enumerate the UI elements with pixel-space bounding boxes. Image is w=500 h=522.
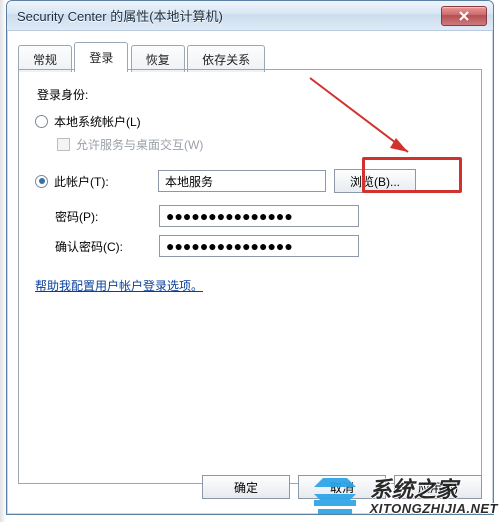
password-label: 密码(P): <box>55 208 159 225</box>
radio-this-account[interactable] <box>35 175 48 188</box>
close-icon <box>459 11 469 21</box>
logon-tabpage: 登录身份: 本地系统帐户(L) 允许服务与桌面交互(W) 此帐户(T): 本地服… <box>18 70 482 484</box>
titlebar[interactable]: Security Center 的属性(本地计算机) <box>7 1 493 31</box>
button-bar: 确定 取消 应用(A) <box>18 475 482 507</box>
checkbox-allow-desktop-label: 允许服务与桌面交互(W) <box>76 136 203 153</box>
password-mask: ●●●●●●●●●●●●●●● <box>166 208 293 224</box>
properties-window: Security Center 的属性(本地计算机) 常规 登录 恢复 依存关系… <box>6 0 494 515</box>
checkbox-allow-desktop <box>57 138 70 151</box>
help-link[interactable]: 帮助我配置用户帐户登录选项。 <box>35 277 203 294</box>
confirm-input[interactable]: ●●●●●●●●●●●●●●● <box>159 235 359 257</box>
tab-logon[interactable]: 登录 <box>74 42 128 72</box>
password-input[interactable]: ●●●●●●●●●●●●●●● <box>159 205 359 227</box>
radio-local-system-label: 本地系统帐户(L) <box>54 113 141 130</box>
tab-general[interactable]: 常规 <box>18 45 72 72</box>
radio-local-system-row[interactable]: 本地系统帐户(L) <box>35 113 465 130</box>
radio-local-system[interactable] <box>35 115 48 128</box>
confirm-label: 确认密码(C): <box>55 238 159 255</box>
ok-button[interactable]: 确定 <box>202 475 290 499</box>
account-input-value: 本地服务 <box>165 173 213 190</box>
browse-button[interactable]: 浏览(B)... <box>334 169 416 193</box>
logon-as-label: 登录身份: <box>37 86 465 103</box>
cancel-button[interactable]: 取消 <box>298 475 386 499</box>
browse-button-label: 浏览(B)... <box>350 173 400 190</box>
confirm-mask: ●●●●●●●●●●●●●●● <box>166 238 293 254</box>
tab-dependencies[interactable]: 依存关系 <box>187 45 265 72</box>
confirm-row: 确认密码(C): ●●●●●●●●●●●●●●● <box>35 235 465 257</box>
close-button[interactable] <box>441 6 487 26</box>
allow-desktop-row: 允许服务与桌面交互(W) <box>57 136 465 153</box>
password-row: 密码(P): ●●●●●●●●●●●●●●● <box>35 205 465 227</box>
tabstrip: 常规 登录 恢复 依存关系 <box>18 42 482 70</box>
tab-recovery[interactable]: 恢复 <box>131 45 185 72</box>
window-title: Security Center 的属性(本地计算机) <box>17 6 441 25</box>
account-input[interactable]: 本地服务 <box>158 170 326 192</box>
radio-this-account-label: 此帐户(T): <box>54 173 158 190</box>
apply-button[interactable]: 应用(A) <box>394 475 482 499</box>
radio-this-account-row[interactable]: 此帐户(T): 本地服务 浏览(B)... <box>35 169 465 193</box>
